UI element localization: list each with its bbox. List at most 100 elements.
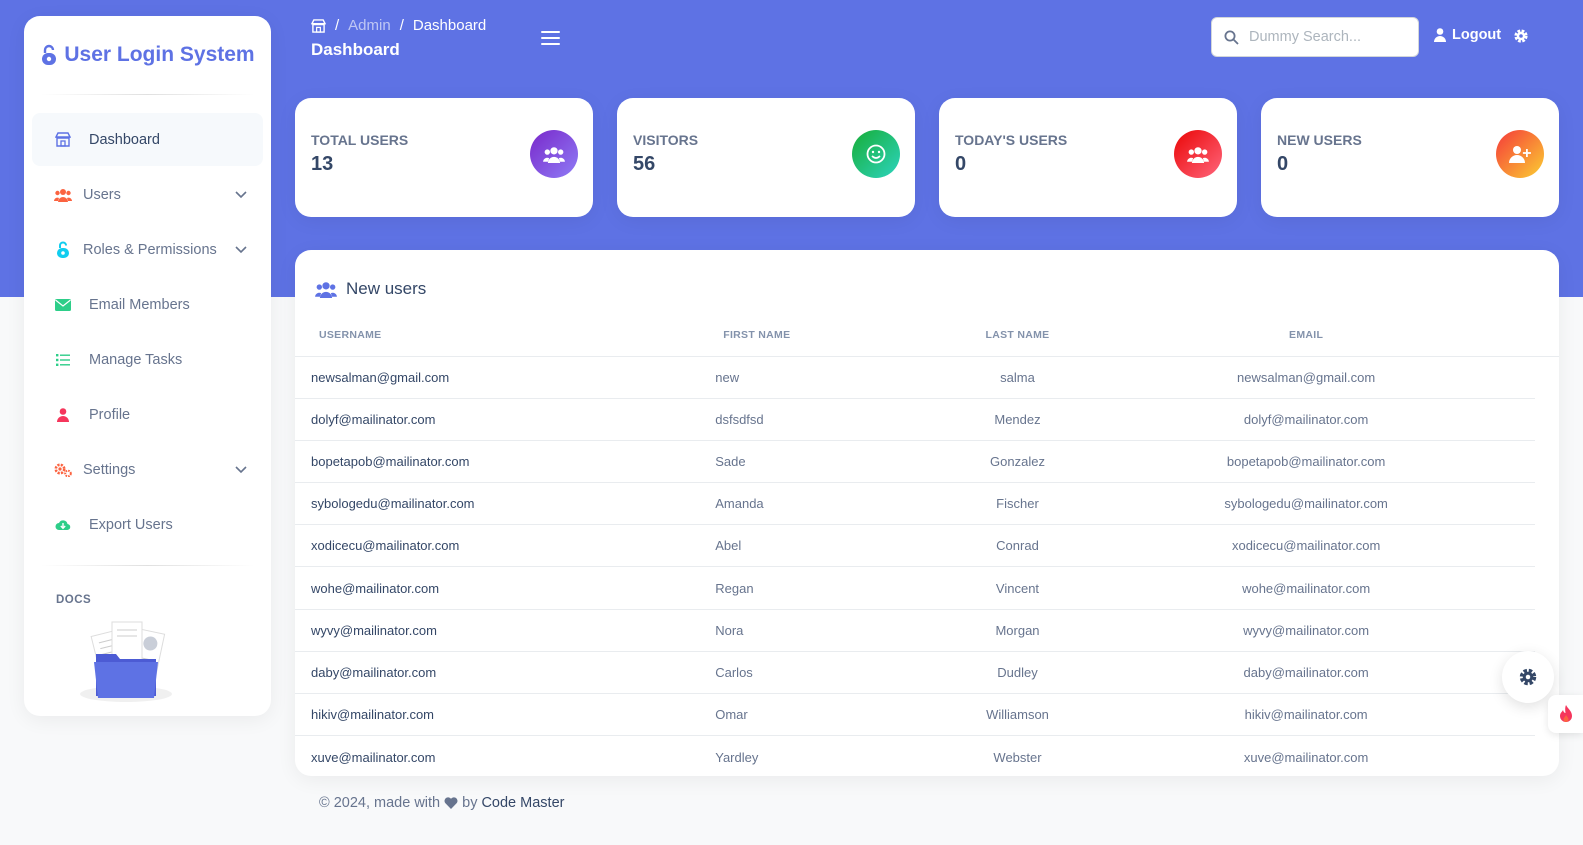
sidebar-item-export-users[interactable]: Export Users [32,498,263,551]
cell-spacer [1535,398,1559,440]
chevron-down-icon [235,245,247,253]
cell-first-name: Abel [699,524,958,568]
cell-username: xodicecu@mailinator.com [295,524,700,568]
cell-username: xuve@mailinator.com [311,749,436,765]
table-row: wohe@mailinator.com Regan Vincent wohe@mail… [295,566,1559,610]
sidebar-item-email-members[interactable]: Email Members [32,278,263,331]
table-row: wyvy@mailinator.com Nora Morgan wyvy@mailin… [295,609,1559,652]
stat-card-visitors: VISITORS 56 [617,98,915,217]
column-header-last-name: LAST NAME [957,314,1078,357]
user-icon [1434,28,1446,42]
sidebar-item-label: Users [83,186,121,203]
table-row: daby@mailinator.com Carlos Dudley daby@mail… [295,651,1559,695]
sidebar-item-dashboard[interactable]: Dashboard [32,113,263,166]
cell-first-name: Nora [699,609,958,652]
users-icon [315,281,337,298]
stat-card-todays-users: TODAY'S USERS 0 [939,98,1237,217]
cell-first-name: Regan [699,566,958,610]
column-header-first-name: FIRST NAME [699,314,958,357]
table-row: bopetapob@mailinator.com Sade Gonzalez bope… [295,440,1559,484]
cell-spacer [1535,483,1559,525]
unlock-icon [54,241,72,259]
stat-value: 0 [1277,153,1289,175]
cell-last-name: Webster [993,749,1042,765]
cell-username: dolyf@mailinator.com [295,398,700,441]
cell-last-name: Fischer [957,482,1078,526]
page-title: Dashboard [311,40,400,59]
cell-first-name: Omar [699,693,958,737]
heart-icon [444,797,458,809]
user-plus-icon [1496,130,1544,178]
sidebar-item-manage-tasks[interactable]: Manage Tasks [32,333,263,386]
breadcrumb-admin[interactable]: Admin [348,17,391,34]
cell-last-name: Dudley [957,651,1078,695]
chevron-down-icon [235,190,247,198]
cell-last-name: Conrad [957,524,1078,568]
cell-first-name: Sade [699,440,958,484]
cell-username: newsalman@gmail.com [295,356,700,399]
sidebar-item-label: Settings [83,461,136,478]
gear-icon[interactable] [1513,28,1529,44]
table-title: New users [315,279,426,299]
cell-spacer [1535,609,1559,651]
cloud-download-icon [54,516,72,534]
chevron-down-icon [235,465,247,473]
user-icon [54,406,72,424]
cell-email: bopetapob@mailinator.com [1077,440,1535,484]
envelope-icon [54,296,72,314]
cell-username: hikiv@mailinator.com [295,693,700,737]
brand-title: User Login System [64,43,255,66]
stat-card-total-users: TOTAL USERS 13 [295,98,593,217]
cell-username: sybologedu@mailinator.com [295,482,700,526]
cell-last-name: Gonzalez [957,440,1078,484]
cell-first-name: Yardley [715,749,759,765]
cell-last-name: Williamson [957,693,1078,737]
sidebar-item-profile[interactable]: Profile [32,388,263,441]
sidebar-item-roles[interactable]: Roles & Permissions [32,223,263,276]
footer: © 2024, made with by Code Master [319,795,564,811]
footer-by: by [462,795,478,811]
sidebar-item-label: Email Members [89,296,190,313]
cell-email: sybologedu@mailinator.com [1077,482,1535,526]
shop-icon [54,131,72,149]
cell-email: dolyf@mailinator.com [1077,398,1535,441]
footer-author-link[interactable]: Code Master [481,795,564,811]
cell-spacer [1535,736,1559,776]
breadcrumb-separator: / [335,17,340,34]
table-row: sybologedu@mailinator.com Amanda Fischer sy… [295,482,1559,526]
logout-button[interactable]: Logout [1434,27,1501,43]
cell-first-name: Amanda [699,482,958,526]
sidebar-item-users[interactable]: Users [32,168,263,221]
shop-icon[interactable] [311,18,326,33]
sidebar-item-label: Roles & Permissions [83,241,217,258]
stat-card-new-users: NEW USERS 0 [1261,98,1559,217]
sidebar-item-label: Dashboard [89,131,160,148]
cell-email: wohe@mailinator.com [1077,566,1535,610]
cell-email: newsalman@gmail.com [1077,356,1535,399]
sidebar-item-label: Profile [89,406,131,423]
settings-fab-button[interactable] [1502,651,1554,703]
sidebar-item-settings[interactable]: Settings [32,443,263,496]
cell-username: wyvy@mailinator.com [295,609,700,652]
table-title-label: New users [346,279,427,298]
flame-tab-button[interactable] [1548,695,1583,733]
cell-first-name: dsfsdfsd [699,398,958,441]
cell-last-name: Morgan [957,609,1078,652]
search-icon [1224,30,1239,45]
table-row: newsalman@gmail.com new salma newsalman@gma… [295,356,1559,399]
cell-last-name: Mendez [957,398,1078,441]
cell-email: wyvy@mailinator.com [1077,609,1535,652]
menu-toggle-icon[interactable] [541,31,560,45]
brand[interactable]: User Login System [24,16,271,94]
sidebar-item-label: Manage Tasks [89,351,183,368]
search-input[interactable] [1249,29,1399,45]
breadcrumb-separator: / [399,17,404,34]
cell-username: bopetapob@mailinator.com [295,440,700,484]
gears-icon [54,461,72,479]
users-icon [1174,130,1222,178]
docs-heading: DOCS [56,594,92,606]
table-row: hikiv@mailinator.com Omar Williamson hikiv@… [295,693,1559,737]
users-icon [530,130,578,178]
cell-first-name: Carlos [699,651,958,695]
gear-icon [1519,668,1537,686]
